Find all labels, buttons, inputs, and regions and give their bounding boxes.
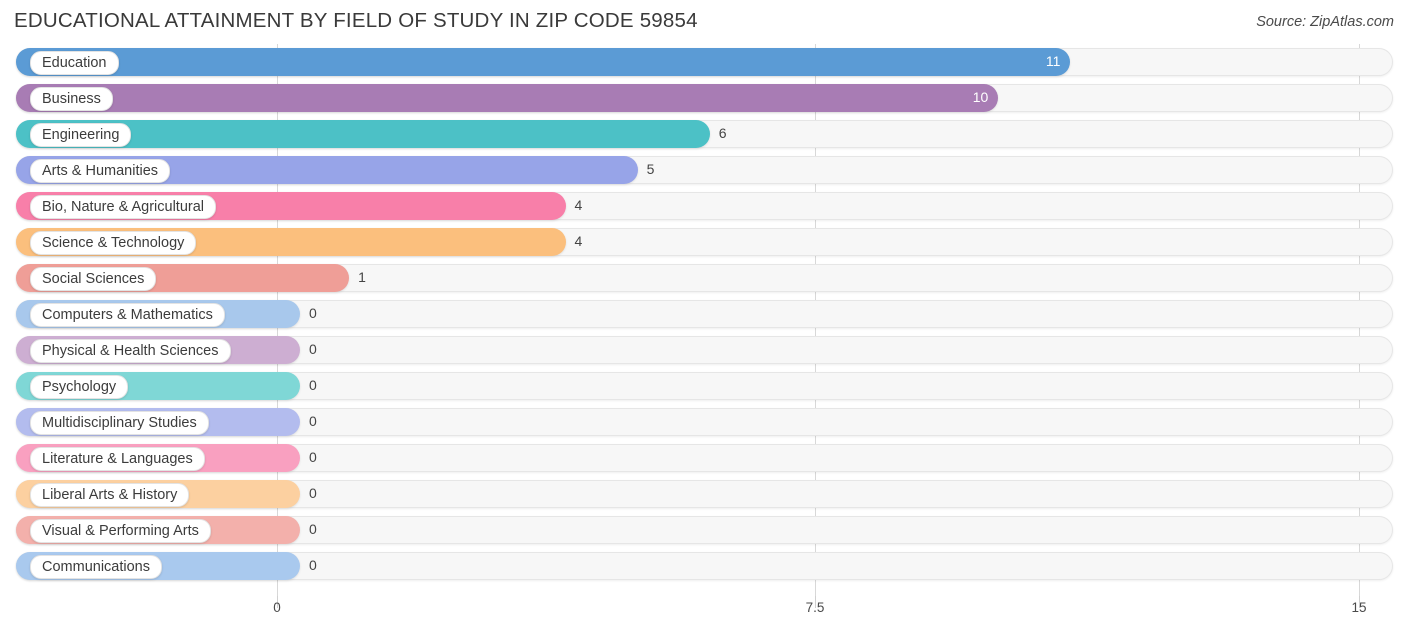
- x-axis: 0 7.5 15: [0, 596, 1406, 631]
- bar-row[interactable]: Visual & Performing Arts 0: [0, 512, 1406, 548]
- bar-row[interactable]: Arts & Humanities 5: [0, 152, 1406, 188]
- category-label: Psychology: [30, 375, 129, 399]
- category-label: Computers & Mathematics: [30, 303, 225, 327]
- category-label: Literature & Languages: [30, 447, 205, 471]
- axis-tick-label: 15: [1351, 600, 1367, 615]
- category-label: Business: [30, 87, 113, 111]
- bar-row[interactable]: Physical & Health Sciences 0: [0, 332, 1406, 368]
- bar-row[interactable]: Literature & Languages 0: [0, 440, 1406, 476]
- category-label: Multidisciplinary Studies: [30, 411, 209, 435]
- category-label: Communications: [30, 555, 162, 579]
- value-label: 1: [358, 269, 366, 285]
- bar-row[interactable]: Social Sciences 1: [0, 260, 1406, 296]
- category-label: Science & Technology: [30, 231, 197, 255]
- bar-rows: Education 11 Business 10 Engineering 6 Arts & …: [0, 44, 1406, 596]
- value-label: 0: [309, 449, 317, 465]
- value-label: 11: [1045, 53, 1061, 69]
- value-label: 0: [309, 485, 317, 501]
- category-label: Liberal Arts & History: [30, 483, 190, 507]
- value-label: 10: [972, 89, 989, 105]
- bar-row[interactable]: Bio, Nature & Agricultural 4: [0, 188, 1406, 224]
- value-label: 4: [574, 197, 583, 213]
- value-label: 0: [309, 413, 317, 429]
- value-label: 0: [309, 341, 317, 357]
- value-label: 0: [309, 377, 317, 393]
- value-label: 0: [309, 305, 317, 321]
- bar-row[interactable]: Communications 0: [0, 548, 1406, 584]
- category-label: Education: [30, 51, 119, 75]
- plot-area: Education 11 Business 10 Engineering 6 Arts & …: [0, 44, 1406, 596]
- category-label: Social Sciences: [30, 267, 157, 291]
- bar-row[interactable]: Science & Technology 4: [0, 224, 1406, 260]
- source-attribution: Source: ZipAtlas.com: [1256, 14, 1394, 30]
- bar-row[interactable]: Liberal Arts & History 0: [0, 476, 1406, 512]
- category-label: Physical & Health Sciences: [30, 339, 231, 363]
- category-label: Visual & Performing Arts: [30, 519, 211, 543]
- page-title: EDUCATIONAL ATTAINMENT BY FIELD OF STUDY…: [14, 9, 698, 32]
- axis-tick-label: 7.5: [805, 600, 825, 615]
- chart-header: EDUCATIONAL ATTAINMENT BY FIELD OF STUDY…: [0, 0, 1406, 44]
- value-bar[interactable]: [16, 48, 1071, 76]
- bar-row[interactable]: Business 10: [0, 80, 1406, 116]
- value-label: 0: [309, 521, 317, 537]
- category-label: Bio, Nature & Agricultural: [30, 195, 216, 219]
- value-label: 6: [718, 125, 727, 141]
- bar-row[interactable]: Multidisciplinary Studies 0: [0, 404, 1406, 440]
- axis-tick-label: 0: [273, 600, 281, 615]
- category-label: Arts & Humanities: [30, 159, 171, 183]
- bar-row[interactable]: Education 11: [0, 44, 1406, 80]
- chart-root: EDUCATIONAL ATTAINMENT BY FIELD OF STUDY…: [0, 0, 1406, 631]
- bar-row[interactable]: Computers & Mathematics 0: [0, 296, 1406, 332]
- value-bar[interactable]: [16, 84, 999, 112]
- category-label: Engineering: [30, 123, 132, 147]
- value-label: 0: [309, 557, 317, 573]
- value-label: 4: [574, 233, 583, 249]
- bar-row[interactable]: Engineering 6: [0, 116, 1406, 152]
- value-label: 5: [646, 161, 655, 177]
- bar-row[interactable]: Psychology 0: [0, 368, 1406, 404]
